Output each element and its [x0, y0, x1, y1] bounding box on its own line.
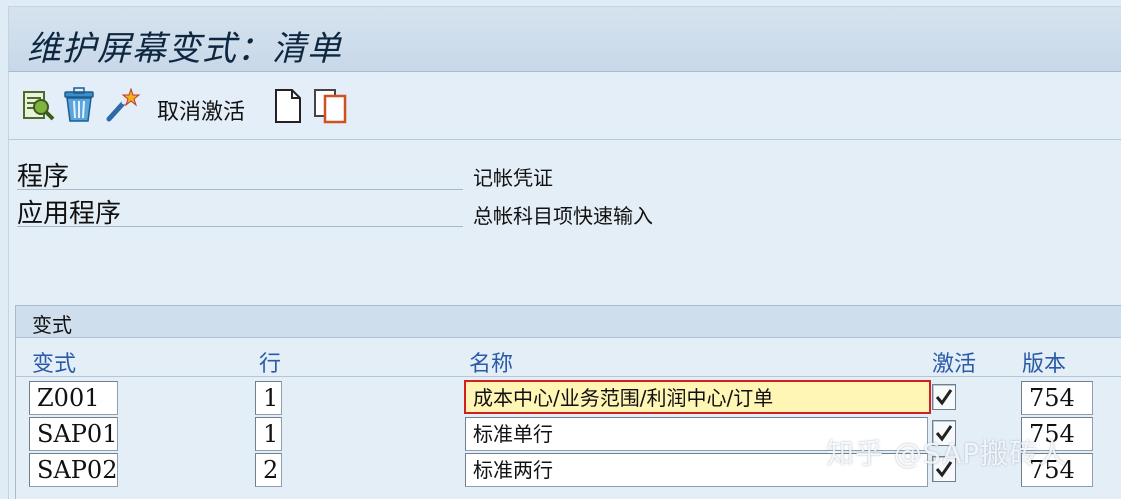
delete-trash-icon[interactable] — [61, 86, 97, 124]
row-cell[interactable]: 2 — [255, 453, 282, 487]
row-cell[interactable]: 1 — [255, 381, 282, 415]
application-label: 应用程序 — [17, 193, 463, 229]
column-header-row[interactable]: 行 — [259, 346, 281, 378]
deactivate-button[interactable]: 取消激活 — [157, 94, 245, 126]
program-label: 程序 — [17, 156, 463, 192]
active-checkbox[interactable] — [932, 384, 956, 410]
variant-cell[interactable]: SAP02 — [29, 453, 118, 487]
variants-group-header: 变式 — [16, 306, 1121, 338]
column-header-variant[interactable]: 变式 — [32, 346, 76, 378]
version-cell[interactable]: 754 — [1021, 381, 1093, 415]
program-value: 记帐凭证 — [473, 166, 553, 190]
display-details-icon[interactable] — [21, 88, 57, 124]
new-document-icon[interactable] — [273, 88, 303, 124]
title-bar: 维护屏幕变式：清单 — [8, 6, 1121, 72]
page-title: 维护屏幕变式：清单 — [27, 29, 342, 69]
column-header-version[interactable]: 版本 — [1022, 346, 1066, 378]
variant-cell[interactable]: SAP01 — [29, 417, 118, 451]
checkmark-icon — [935, 389, 953, 406]
column-header-divider — [16, 376, 1121, 377]
name-cell[interactable]: 成本中心/业务范围/利润中心/订单 — [464, 380, 931, 414]
row-cell[interactable]: 1 — [255, 417, 282, 451]
application-value: 总帐科目项快速输入 — [473, 204, 653, 228]
toolbar: 取消激活 — [8, 72, 1121, 140]
variant-cell[interactable]: Z001 — [29, 381, 118, 415]
column-header-active[interactable]: 激活 — [932, 346, 976, 378]
magic-wand-icon[interactable] — [103, 86, 141, 124]
copy-document-icon[interactable] — [313, 88, 349, 124]
watermark: 知乎 @SAP搬砖人 — [826, 437, 1068, 470]
column-header-name[interactable]: 名称 — [469, 346, 513, 378]
variants-group-title: 变式 — [32, 313, 72, 337]
